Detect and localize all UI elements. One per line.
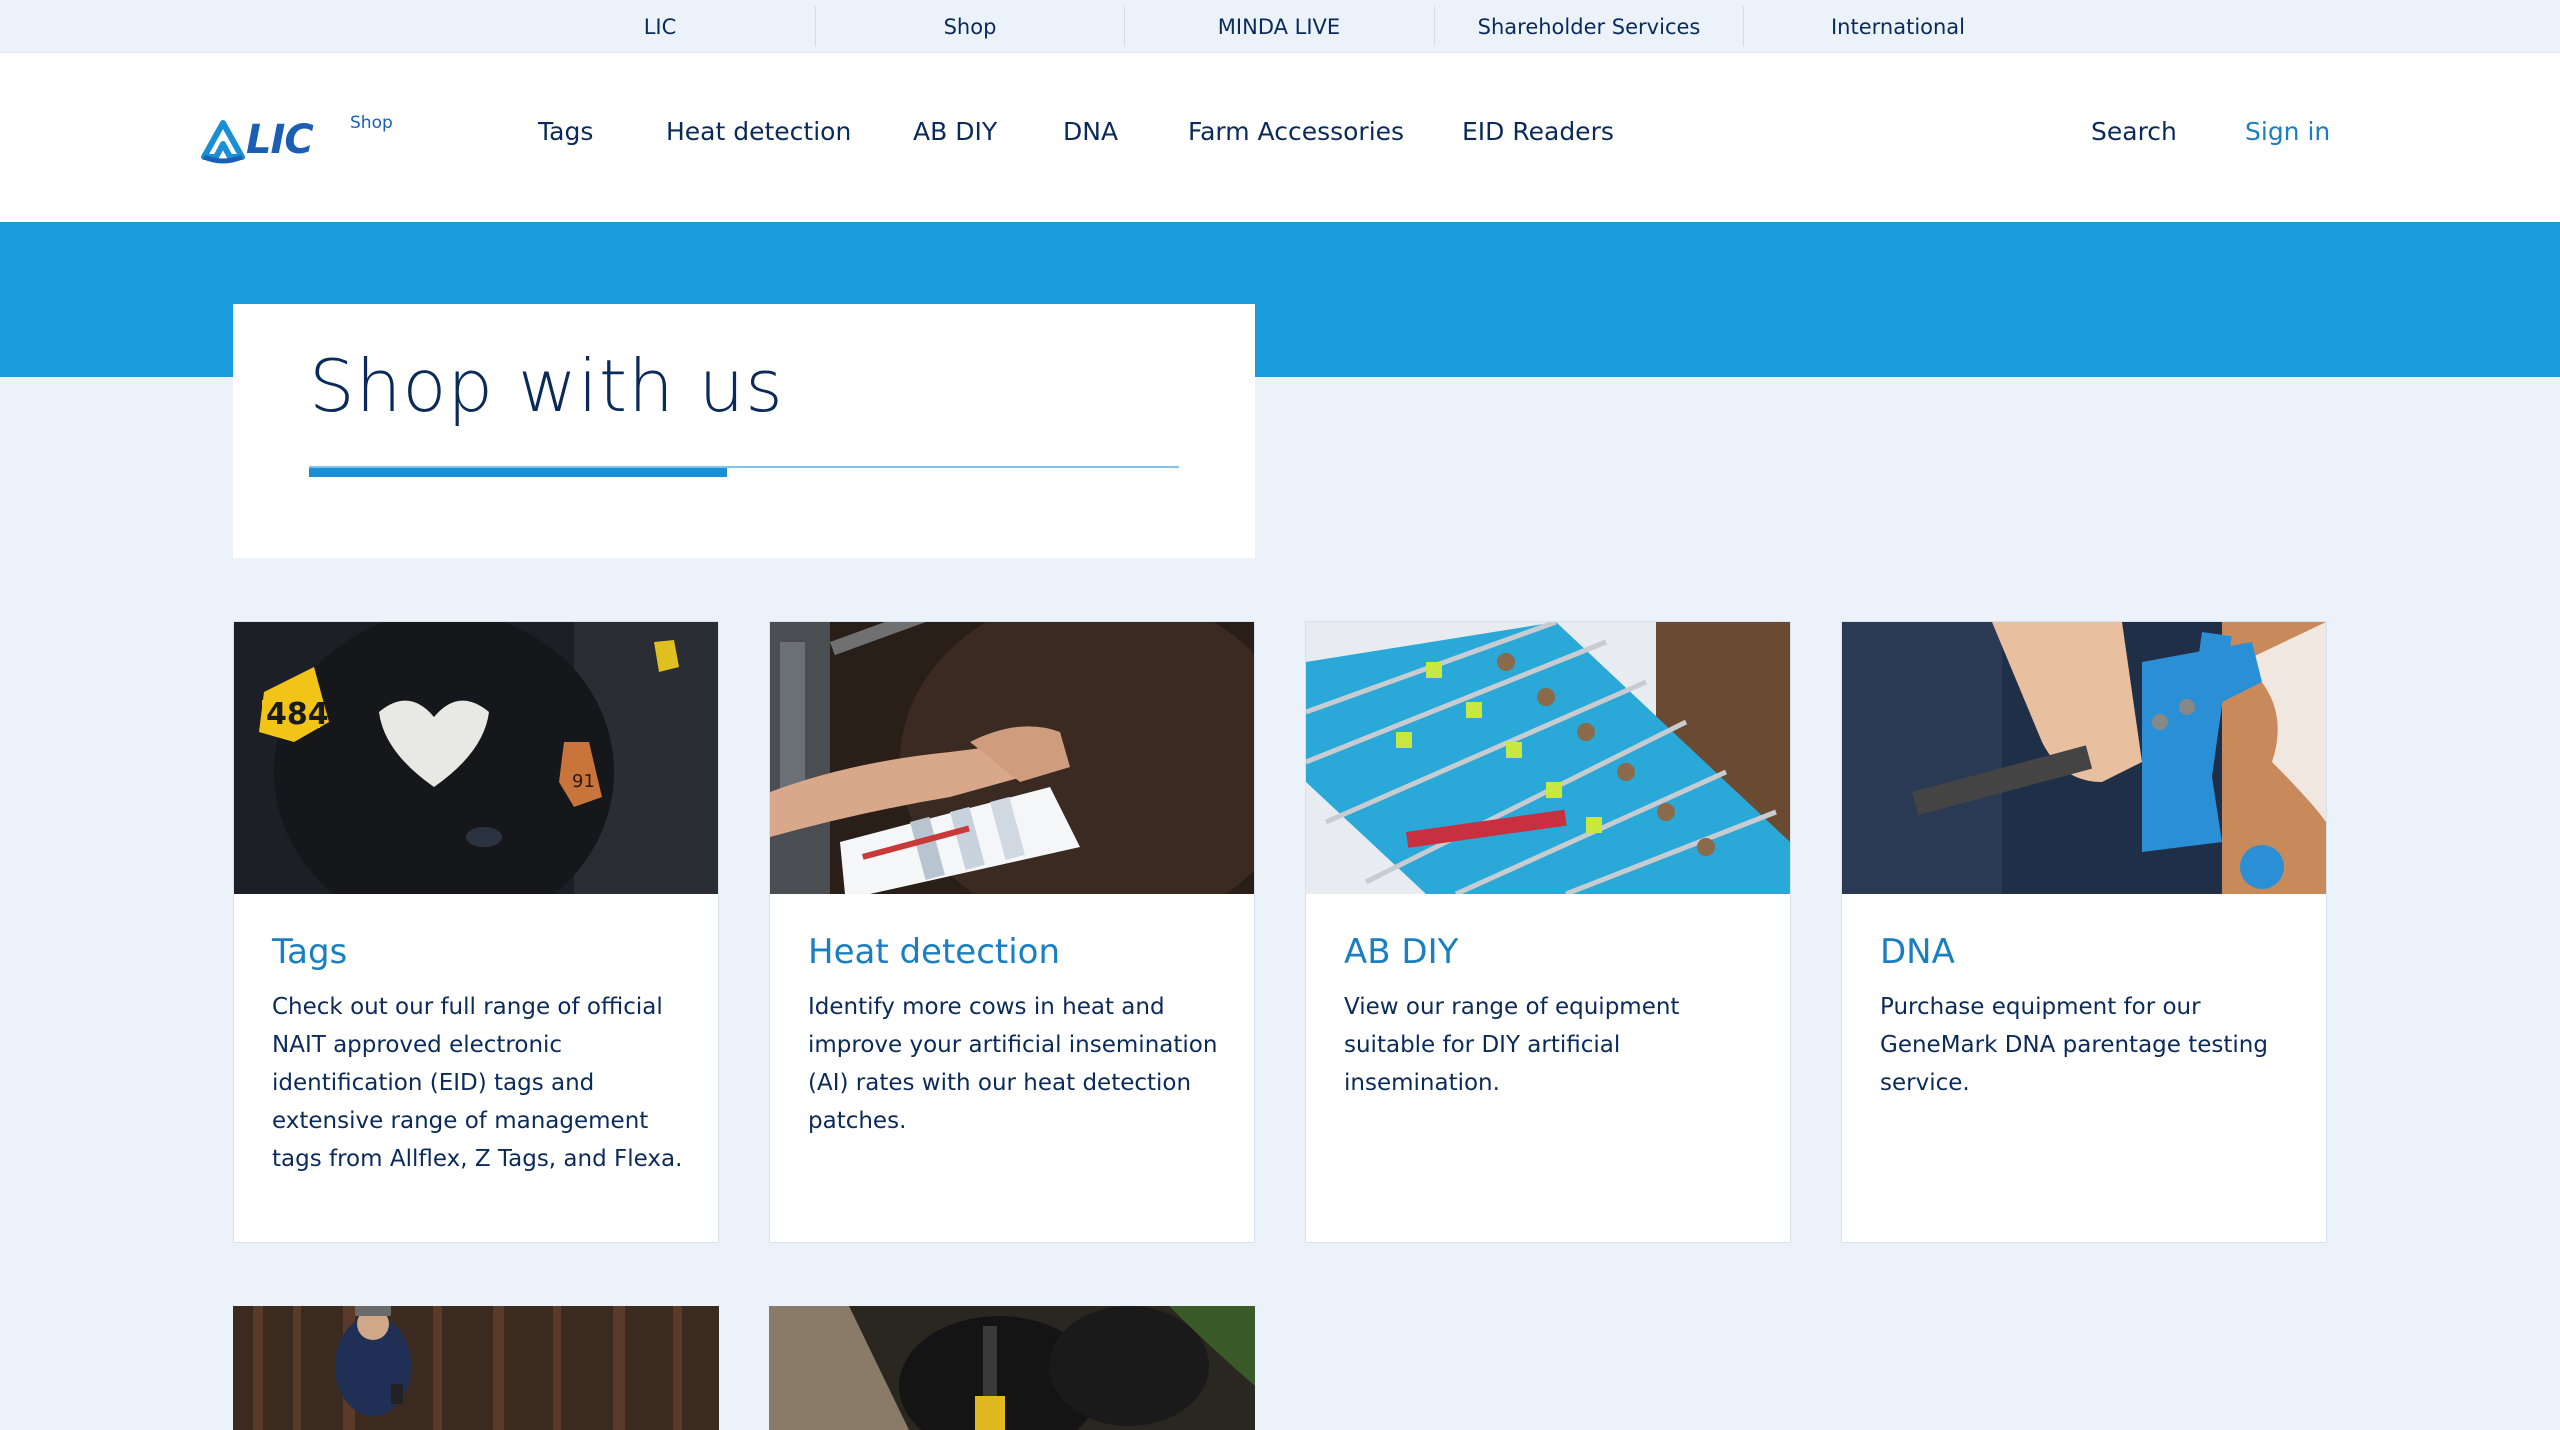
search-link[interactable]: Search xyxy=(2091,117,2177,146)
sign-in-link[interactable]: Sign in xyxy=(2245,117,2330,146)
nav-tags[interactable]: Tags xyxy=(538,117,593,146)
product-description: View our range of equipment suitable for… xyxy=(1344,994,1680,1096)
product-title: DNA xyxy=(1880,932,1955,972)
main-header: LIC Shop Tags Heat detection AB DIY DNA … xyxy=(0,53,2560,222)
nav-farm-accessories[interactable]: Farm Accessories xyxy=(1188,117,1404,146)
utility-bar: LIC Shop MINDA LIVE Shareholder Services… xyxy=(0,0,2560,53)
product-card-heat-detection[interactable]: Heat detection Identify more cows in hea… xyxy=(769,621,1255,1243)
hero-card: Shop with us xyxy=(233,304,1255,558)
dna-image xyxy=(1842,622,2326,894)
product-card-partial[interactable] xyxy=(233,1306,719,1430)
product-card-ab-diy[interactable]: AB DIY View our range of equipment suita… xyxy=(1305,621,1791,1243)
product-card-tags[interactable]: 484 91 Tags Check out our full range of … xyxy=(233,621,719,1243)
utility-link-minda-live[interactable]: MINDA LIVE xyxy=(1124,0,1434,53)
product-description: Purchase equipment for our GeneMark DNA … xyxy=(1880,994,2268,1096)
nav-ab-diy[interactable]: AB DIY xyxy=(913,117,997,146)
nav-eid-readers[interactable]: EID Readers xyxy=(1462,117,1614,146)
logo-shop-label: Shop xyxy=(350,113,393,133)
ab-diy-image xyxy=(1306,622,1790,894)
title-underline-accent xyxy=(309,468,727,477)
product-description: Check out our full range of official NAI… xyxy=(272,994,683,1172)
product-description: Identify more cows in heat and improve y… xyxy=(808,994,1218,1134)
product-card-dna[interactable]: DNA Purchase equipment for our GeneMark … xyxy=(1841,621,2327,1243)
product-card-partial[interactable] xyxy=(769,1306,1255,1430)
svg-text:91: 91 xyxy=(572,771,595,792)
farm-accessories-image xyxy=(233,1306,719,1430)
utility-link-international[interactable]: International xyxy=(1743,0,2053,53)
utility-link-shop[interactable]: Shop xyxy=(815,0,1125,53)
svg-text:484: 484 xyxy=(266,697,329,732)
product-title: Heat detection xyxy=(808,932,1061,972)
lic-logo-icon xyxy=(201,120,245,164)
utility-link-shareholder-services[interactable]: Shareholder Services xyxy=(1434,0,1744,53)
product-title: AB DIY xyxy=(1344,932,1459,972)
product-title: Tags xyxy=(272,932,348,972)
nav-dna[interactable]: DNA xyxy=(1063,117,1118,146)
logo-wordmark: LIC xyxy=(246,117,314,163)
nav-heat-detection[interactable]: Heat detection xyxy=(666,117,851,146)
lic-shop-logo[interactable]: LIC Shop xyxy=(200,113,400,164)
page-title: Shop with us xyxy=(309,344,784,428)
tags-image: 484 91 xyxy=(234,622,718,894)
utility-link-lic[interactable]: LIC xyxy=(505,0,815,53)
heat-detection-image xyxy=(770,622,1254,894)
eid-readers-image xyxy=(769,1306,1255,1430)
